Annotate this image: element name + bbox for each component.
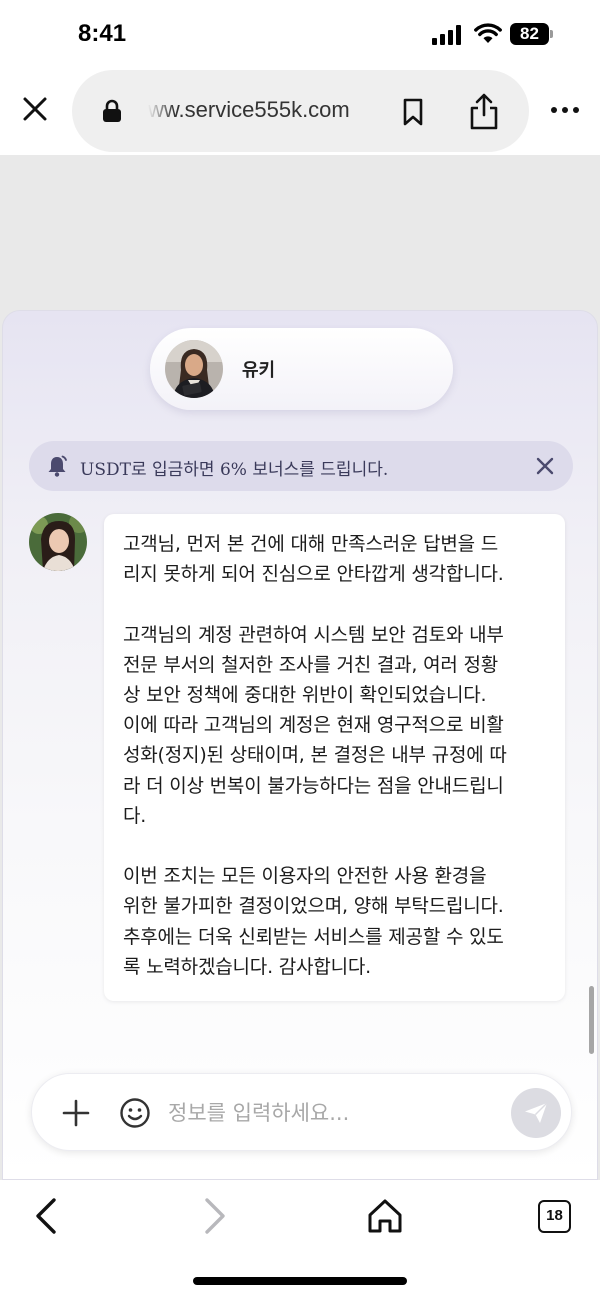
close-icon <box>23 97 47 121</box>
forward-icon[interactable] <box>201 1197 229 1235</box>
agent-name: 유키 <box>242 360 276 381</box>
battery-indicator: 82 <box>510 23 554 45</box>
notice-text: USDT로 입금하면 6% 보너스를 드립니다. <box>80 460 389 480</box>
battery-tip <box>550 30 553 38</box>
status-bar: 8:41 82 <box>0 0 600 68</box>
send-icon <box>525 1102 548 1123</box>
more-icon <box>551 107 557 113</box>
address-bar[interactable]: ww.service555k.com <box>72 70 529 152</box>
share-icon[interactable] <box>467 92 501 130</box>
message-bubble: 고객님, 먼저 본 건에 대해 만족스러운 답변을 드 리지 못하게 되어 진심… <box>104 514 565 1001</box>
message-composer <box>31 1073 572 1151</box>
more-icon-dot <box>573 107 579 113</box>
bell-icon <box>48 455 67 477</box>
battery-level: 82 <box>510 23 549 45</box>
back-icon[interactable] <box>32 1197 60 1235</box>
send-button[interactable] <box>511 1088 561 1138</box>
agent-header: 유키 <box>150 328 453 410</box>
chat-panel: 유키 USDT로 입금하면 6% 보너스를 드립니다. 고객님, 먼저 본 건에… <box>2 310 598 1180</box>
message-text: 고객님, 먼저 본 건에 대해 만족스러운 답변을 드 리지 못하게 되어 진심… <box>123 533 507 978</box>
browser-toolbar: 18 <box>0 1180 600 1299</box>
home-indicator <box>193 1277 407 1285</box>
url-text[interactable]: ww.service555k.com <box>148 97 378 127</box>
plus-icon[interactable] <box>62 1099 90 1127</box>
bookmark-icon[interactable] <box>402 98 424 126</box>
lock-icon <box>103 99 121 122</box>
status-time: 8:41 <box>78 20 127 47</box>
tabs-button[interactable]: 18 <box>538 1200 571 1233</box>
message-input[interactable] <box>168 1096 498 1130</box>
emoji-icon[interactable] <box>119 1097 151 1129</box>
close-icon[interactable] <box>533 454 557 478</box>
home-icon[interactable] <box>367 1197 403 1235</box>
more-icon-dot <box>562 107 568 113</box>
cellular-signal-icon <box>432 25 461 45</box>
sender-avatar <box>29 513 87 571</box>
close-tab-button[interactable] <box>16 90 54 128</box>
scrollbar[interactable] <box>589 986 594 1054</box>
more-options-button[interactable] <box>545 95 585 125</box>
wifi-icon <box>474 23 502 43</box>
promo-notice: USDT로 입금하면 6% 보너스를 드립니다. <box>29 441 573 491</box>
agent-avatar <box>165 340 223 398</box>
